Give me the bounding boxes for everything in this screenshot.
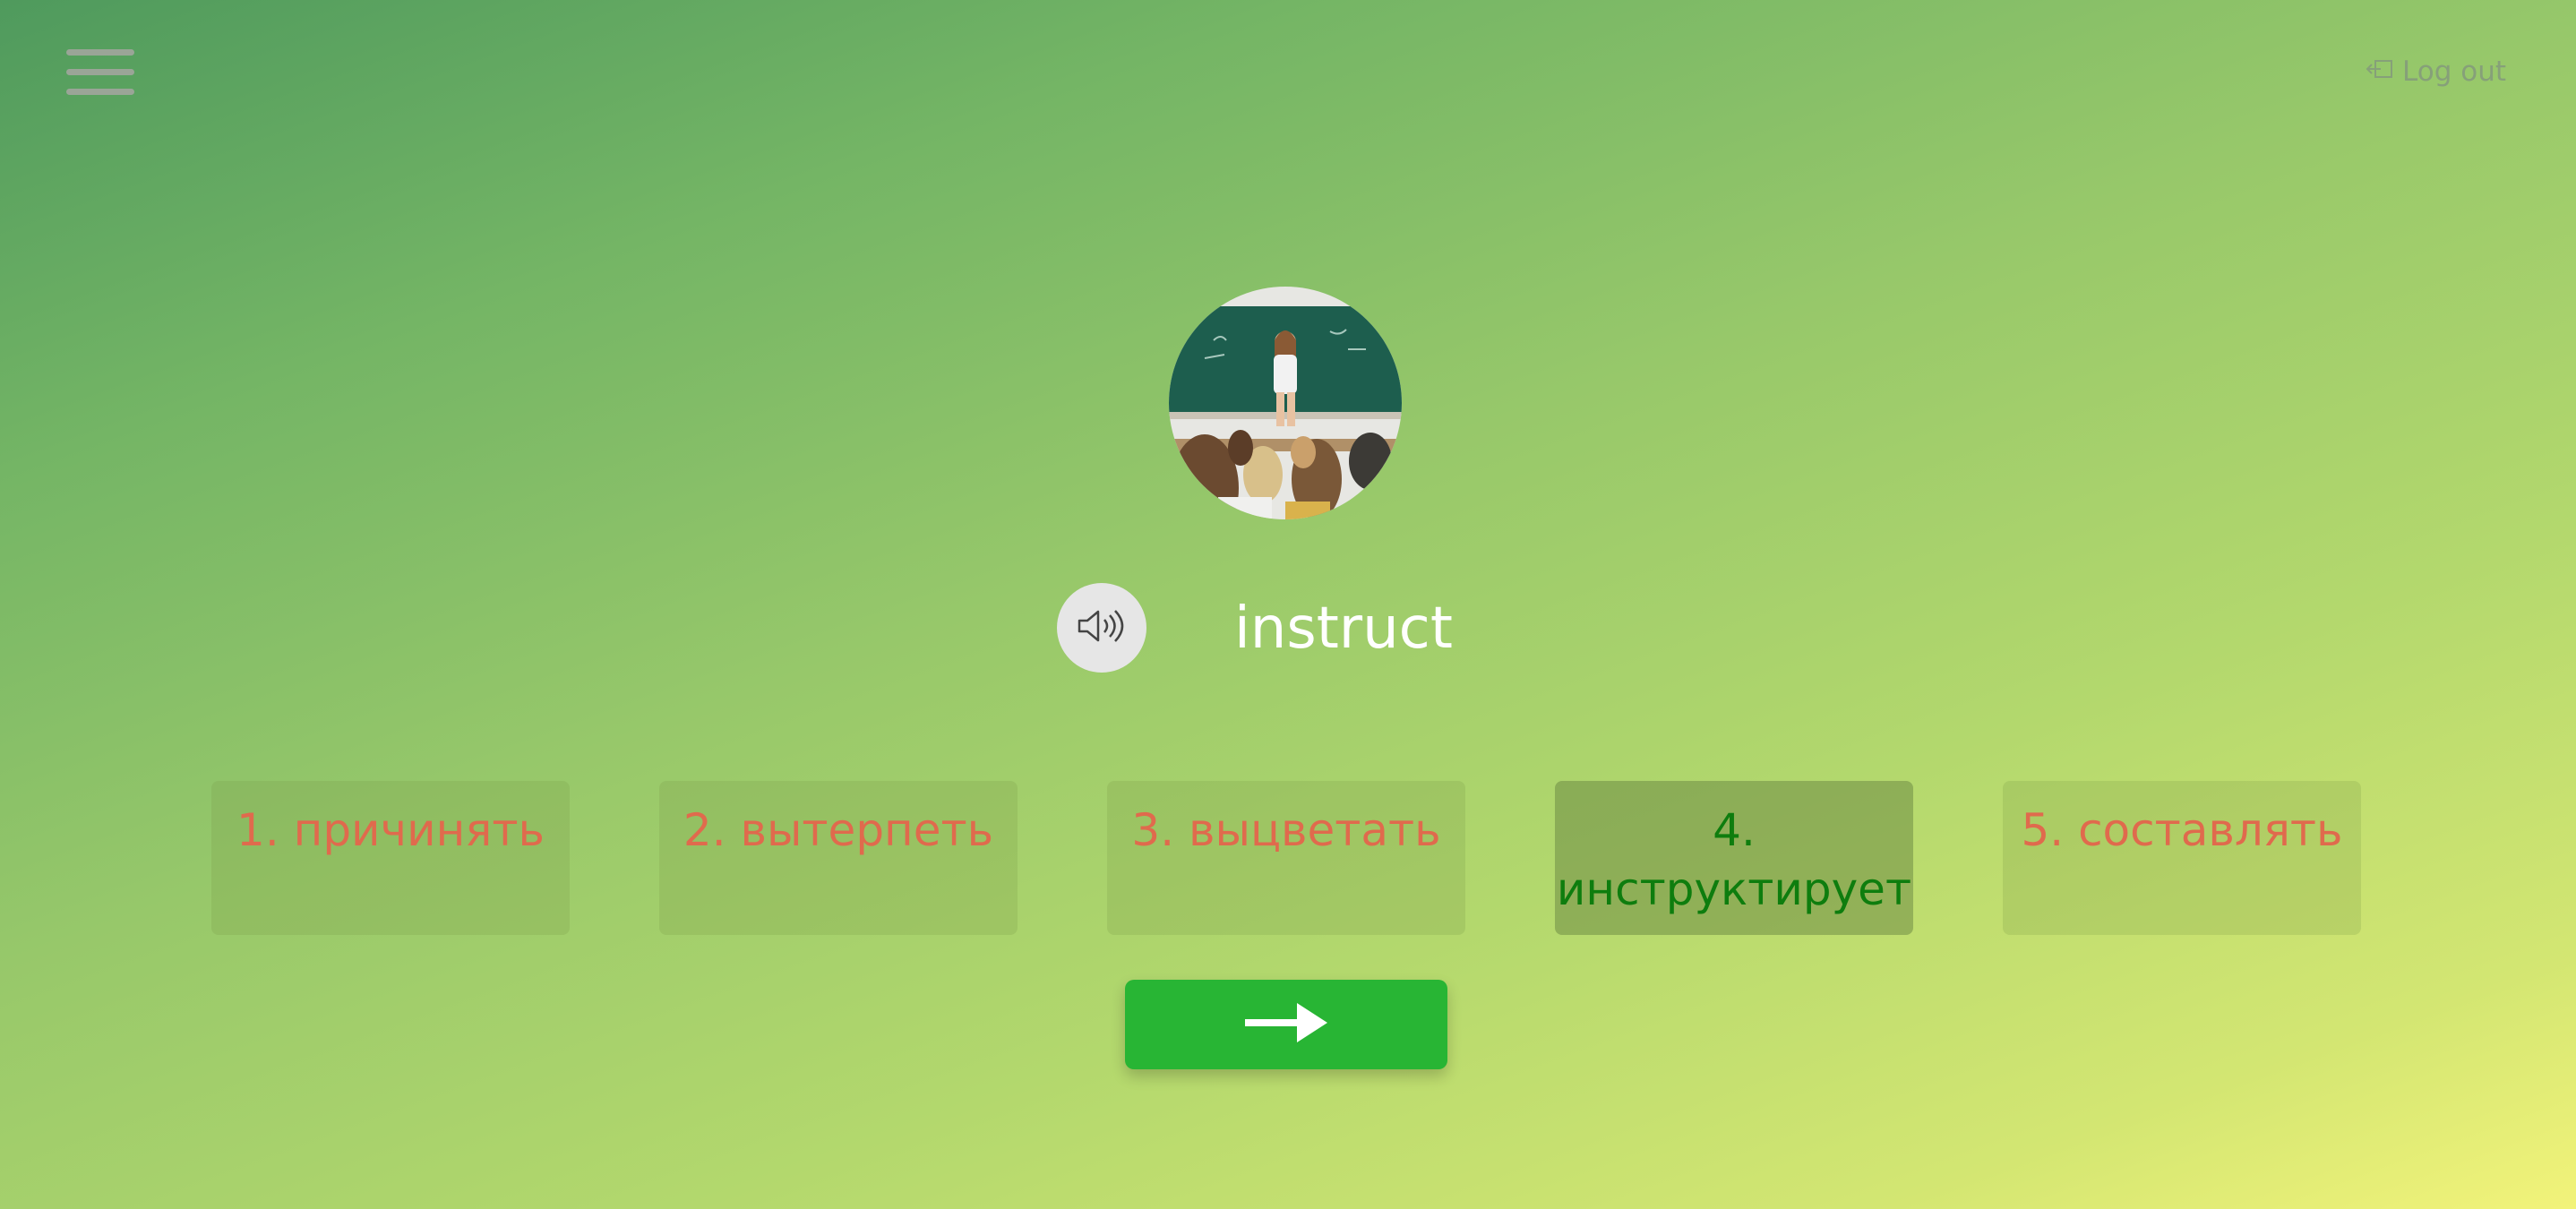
logout-icon bbox=[2365, 56, 2395, 88]
answer-option-3[interactable]: 3. выцветать bbox=[1107, 781, 1465, 935]
speaker-icon bbox=[1076, 607, 1128, 648]
classroom-teacher-photo bbox=[1169, 287, 1402, 519]
hamburger-menu-icon bbox=[66, 89, 134, 95]
answer-option-1[interactable]: 1. причинять bbox=[211, 781, 570, 935]
play-sound-button[interactable] bbox=[1057, 583, 1146, 673]
word-picture bbox=[1169, 287, 1402, 519]
next-button[interactable] bbox=[1125, 980, 1447, 1069]
hamburger-menu-icon bbox=[66, 49, 134, 56]
hamburger-menu-icon bbox=[66, 69, 134, 75]
target-word: instruct bbox=[1234, 596, 1453, 662]
arrow-right-icon bbox=[1241, 996, 1331, 1053]
menu-button[interactable] bbox=[66, 49, 134, 96]
logout-label: Log out bbox=[2402, 56, 2506, 88]
answer-option-4[interactable]: 4. инструктирует bbox=[1555, 781, 1913, 935]
answer-option-5[interactable]: 5. составлять bbox=[2003, 781, 2361, 935]
answer-option-2[interactable]: 2. вытерпеть bbox=[659, 781, 1018, 935]
logout-button[interactable]: Log out bbox=[2365, 56, 2506, 88]
